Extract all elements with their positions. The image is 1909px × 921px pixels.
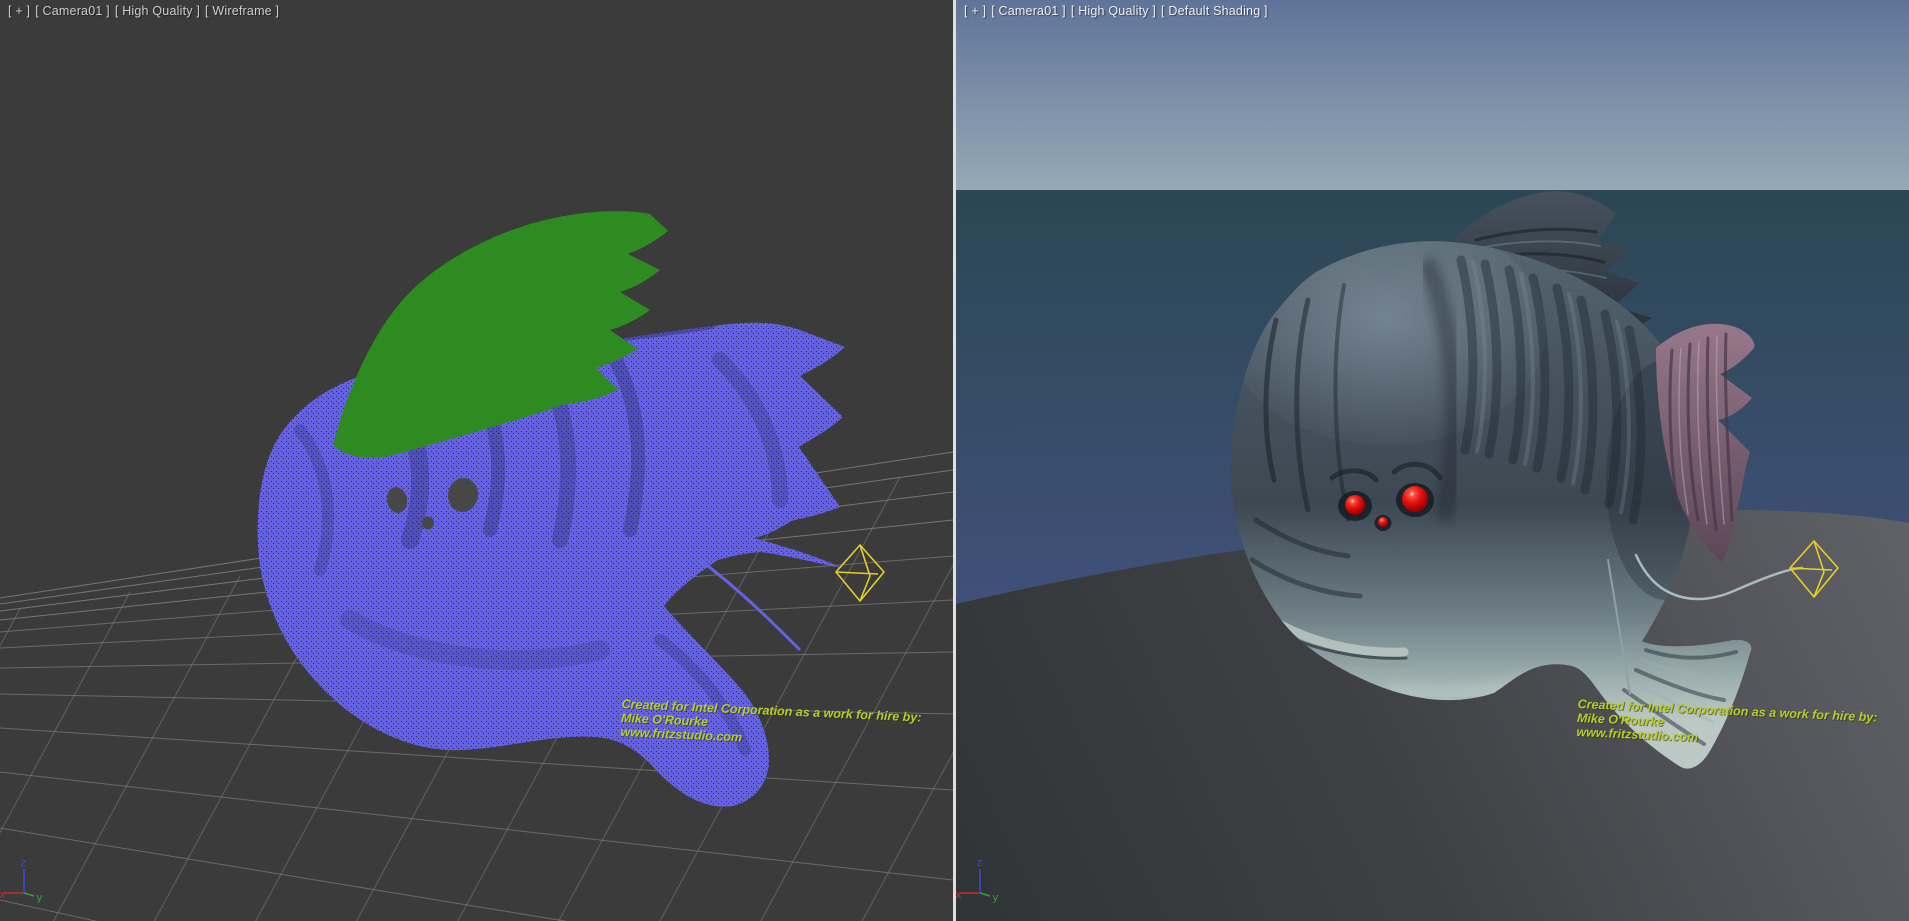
wireframe-fish-model[interactable] <box>258 211 845 807</box>
viewport-left[interactable]: [ + ] [ Camera01 ] [ High Quality ] [ Wiref… <box>0 0 953 921</box>
axis-x-label: x <box>956 888 962 901</box>
viewport-menu-shading[interactable]: [ Wireframe ] <box>205 4 279 18</box>
wireframe-scene <box>0 0 953 921</box>
axis-z-label: z <box>20 856 27 869</box>
viewport-menu-pov[interactable]: [ Camera01 ] <box>35 4 110 18</box>
world-axis-tripod-icon: x z y <box>956 853 1002 905</box>
viewport-menu-general[interactable]: [ + ] <box>8 4 30 18</box>
viewport-label: [ + ] [ Camera01 ] [ High Quality ] [ Defau… <box>964 4 1273 18</box>
viewport-menu-shading[interactable]: [ Default Shading ] <box>1161 4 1268 18</box>
axis-x-label: x <box>0 888 6 901</box>
viewport-right[interactable]: [ + ] [ Camera01 ] [ High Quality ] [ Defau… <box>956 0 1909 921</box>
axis-y-label: y <box>992 891 999 904</box>
viewport-menu-quality[interactable]: [ High Quality ] <box>115 4 200 18</box>
world-axis-tripod-icon: x z y <box>0 853 46 905</box>
viewport-menu-quality[interactable]: [ High Quality ] <box>1071 4 1156 18</box>
point-helper-icon[interactable] <box>836 545 884 601</box>
axis-y-label: y <box>36 891 43 904</box>
viewport-label: [ + ] [ Camera01 ] [ High Quality ] [ Wiref… <box>8 4 284 18</box>
fish-tendril <box>700 560 800 650</box>
shaded-scene <box>956 0 1909 921</box>
axis-z-label: z <box>976 856 983 869</box>
viewport-menu-general[interactable]: [ + ] <box>964 4 986 18</box>
viewport-stage: [ + ] [ Camera01 ] [ High Quality ] [ Wiref… <box>0 0 1909 921</box>
sky <box>956 0 1909 190</box>
viewport-menu-pov[interactable]: [ Camera01 ] <box>991 4 1066 18</box>
